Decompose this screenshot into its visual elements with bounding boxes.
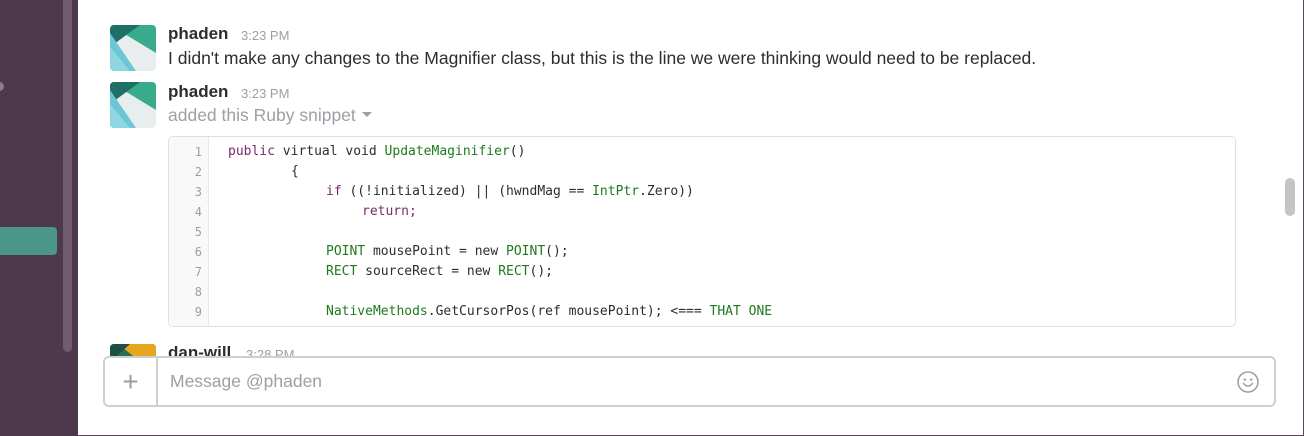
line-number: 9 <box>194 305 202 319</box>
snippet-added-label[interactable]: added this Ruby snippet <box>168 105 372 126</box>
timestamp[interactable]: 3:28 PM <box>246 347 294 356</box>
code-text: if ((!initialized) || (hwndMag == IntPtr… <box>326 184 694 199</box>
line-number: 6 <box>194 245 202 259</box>
emoji-icon[interactable] <box>1236 370 1260 394</box>
code-line: 4 return; <box>169 202 1235 222</box>
timestamp[interactable]: 3:23 PM <box>241 28 289 43</box>
code-text: RECT sourceRect = new RECT(); <box>326 264 553 279</box>
code-line: 2 { <box>169 162 1235 182</box>
code-text: NativeMethods.GetCursorPos(ref mousePoin… <box>326 304 773 319</box>
code-text: { <box>291 164 299 179</box>
sidebar <box>0 0 78 436</box>
code-line: 6 POINT mousePoint = new POINT(); <box>169 242 1235 262</box>
caret-down-icon[interactable] <box>361 111 372 117</box>
sidebar-active-item[interactable] <box>0 227 57 255</box>
avatar[interactable] <box>110 82 156 128</box>
code-line: 7 RECT sourceRect = new RECT(); <box>169 262 1235 282</box>
snippet-added-text[interactable]: added this Ruby snippet <box>168 105 356 125</box>
code-line: 1 public virtual void UpdateMaginifier() <box>169 142 1235 162</box>
code-snippet[interactable]: 1 public virtual void UpdateMaginifier()… <box>168 136 1236 327</box>
message-composer: + <box>103 356 1276 407</box>
message-text: I didn't make any changes to the Magnifi… <box>168 48 1037 68</box>
code-line: 5 <box>169 222 1235 242</box>
code-text: public virtual void UpdateMaginifier() <box>228 144 526 159</box>
code-line: 8 <box>169 282 1235 302</box>
line-number: 4 <box>194 205 202 219</box>
code-line: 9 NativeMethods.GetCursorPos(ref mousePo… <box>169 302 1235 322</box>
sidebar-status-dot <box>0 82 4 91</box>
plus-icon[interactable]: + <box>105 358 158 405</box>
timestamp[interactable]: 3:23 PM <box>241 86 289 101</box>
sidebar-scrollbar[interactable] <box>63 0 72 352</box>
avatar[interactable] <box>110 25 156 71</box>
message-input[interactable] <box>160 358 1220 405</box>
line-number: 3 <box>194 185 202 199</box>
code-line: 3 if ((!initialized) || (hwndMag == IntP… <box>169 182 1235 202</box>
line-number: 8 <box>194 285 202 299</box>
line-number: 5 <box>194 225 202 239</box>
sender-name[interactable]: phaden <box>168 82 228 102</box>
line-number: 7 <box>194 265 202 279</box>
message-list-scrollbar[interactable] <box>1285 178 1295 216</box>
avatar[interactable] <box>110 344 156 356</box>
line-number: 2 <box>194 165 202 179</box>
sender-name[interactable]: dan-will <box>168 343 231 356</box>
code-text: return; <box>362 204 417 219</box>
code-text: POINT mousePoint = new POINT(); <box>326 244 569 259</box>
sender-name[interactable]: phaden <box>168 24 228 44</box>
line-number: 1 <box>194 145 202 159</box>
message-list: phaden 3:23 PM I didn't make any changes… <box>78 0 1283 356</box>
main-pane: phaden 3:23 PM I didn't make any changes… <box>78 0 1304 436</box>
